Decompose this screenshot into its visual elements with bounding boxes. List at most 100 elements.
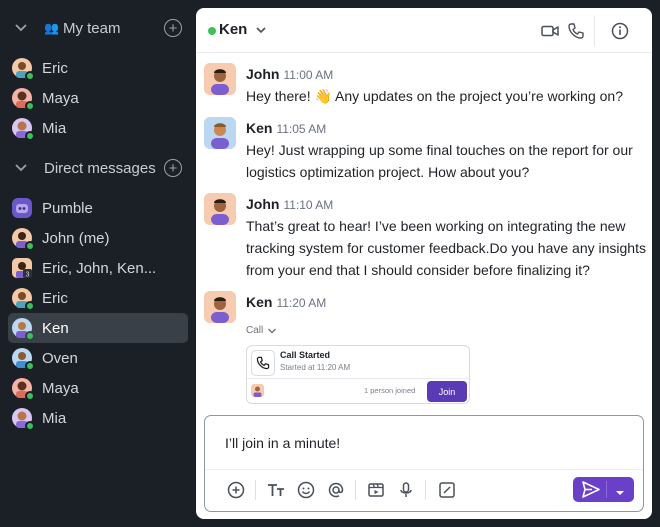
message-text: That’s great to hear! I’ve been working … (246, 218, 646, 278)
team-icon: 👥 (44, 21, 59, 35)
call-subtitle: Started at 11:20 AM (280, 363, 351, 372)
chevron-down-icon[interactable] (254, 23, 268, 37)
chevron-down-icon[interactable] (14, 20, 30, 37)
mic-icon[interactable] (395, 479, 417, 501)
chevron-down-icon[interactable] (614, 485, 626, 503)
sidebar-item-maya[interactable]: Maya (8, 373, 188, 403)
toolbar-divider (425, 480, 426, 500)
call-label[interactable]: Call (246, 325, 277, 336)
sidebar-item-label: Eric (42, 289, 68, 307)
avatar (12, 88, 35, 111)
sidebar-item-label: Maya (42, 379, 79, 397)
my-team-header[interactable]: 👥 My team (14, 18, 120, 38)
add-team-member-button[interactable]: + (164, 19, 182, 37)
sidebar-item-eric[interactable]: Eric (8, 53, 188, 83)
message-text: Hey! Just wrapping up some final touches… (246, 142, 633, 180)
mention-icon[interactable] (325, 479, 347, 501)
chat-panel: Ken John 11:00 AM Hey there! 👋 Any update… (196, 8, 652, 519)
sidebar-item-label: Pumble (42, 199, 93, 217)
author-name: John (246, 66, 280, 82)
sidebar-item-john-me[interactable]: John (me) (8, 223, 188, 253)
online-status-icon (208, 27, 216, 35)
online-status-icon (25, 421, 35, 431)
online-status-icon (25, 331, 35, 341)
avatar (12, 348, 35, 371)
sidebar-item-eric[interactable]: Eric (8, 283, 188, 313)
message-composer[interactable]: I’ll join in a minute! (204, 415, 644, 512)
add-direct-message-button[interactable]: + (164, 159, 182, 177)
group-avatar: 3 (12, 258, 32, 279)
online-status-icon (25, 361, 35, 371)
toolbar-divider (355, 480, 356, 500)
call-label-text: Call (246, 325, 264, 336)
online-status-icon (25, 241, 35, 251)
message-time: 11:05 AM (276, 122, 327, 136)
avatar (12, 378, 35, 401)
sidebar: 👥 My team + Eric Maya Mia Direct message… (0, 0, 196, 527)
info-icon[interactable] (610, 21, 630, 41)
message-text: Hey there! 👋 Any updates on the project … (246, 88, 623, 104)
sidebar-item-label: Mia (42, 119, 67, 137)
phone-icon[interactable] (566, 21, 586, 41)
video-icon[interactable] (540, 21, 560, 41)
avatar[interactable] (204, 193, 236, 225)
message-author[interactable]: John 11:10 AM (246, 196, 333, 212)
text-format-icon[interactable] (265, 479, 287, 501)
sidebar-item-label: Mia (42, 409, 67, 427)
sidebar-item-oven[interactable]: Oven (8, 343, 188, 373)
avatar[interactable] (204, 63, 236, 95)
message-input[interactable]: I’ll join in a minute! (225, 435, 340, 451)
author-name: John (246, 196, 280, 212)
phone-icon (251, 350, 275, 376)
participant-avatar (251, 384, 264, 397)
online-status-icon (25, 301, 35, 311)
join-call-button[interactable]: Join (427, 381, 467, 402)
avatar (12, 228, 35, 251)
toolbar-divider (255, 480, 256, 500)
sidebar-item-group-dm[interactable]: 3 Eric, John, Ken... (8, 253, 188, 283)
sidebar-item-label: Oven (42, 349, 78, 367)
header-divider (594, 16, 595, 46)
avatar (12, 408, 35, 431)
sidebar-item-maya[interactable]: Maya (8, 83, 188, 113)
sidebar-item-label: Eric (42, 59, 68, 77)
avatar (12, 118, 35, 141)
send-divider (606, 481, 607, 498)
media-icon[interactable] (365, 479, 387, 501)
my-team-title: My team (62, 19, 121, 37)
chevron-down-icon[interactable] (14, 160, 30, 177)
avatar (12, 288, 35, 311)
online-status-icon (25, 131, 35, 141)
message-time: 11:00 AM (283, 68, 334, 82)
chat-header: Ken (196, 8, 652, 53)
call-card: Call Started Started at 11:20 AM 1 perso… (246, 345, 470, 404)
direct-messages-title: Direct messages (44, 159, 156, 177)
author-name: Ken (246, 120, 273, 136)
sidebar-item-label: John (me) (42, 229, 110, 247)
composer-divider (205, 469, 643, 470)
chat-title[interactable]: Ken (219, 21, 247, 38)
sidebar-item-pumble[interactable]: Pumble (8, 193, 188, 223)
online-status-icon (25, 101, 35, 111)
sidebar-item-label: Eric, John, Ken... (42, 259, 157, 277)
message-author[interactable]: John 11:00 AM (246, 66, 333, 82)
emoji-icon[interactable] (295, 479, 317, 501)
sidebar-item-ken[interactable]: Ken (8, 313, 188, 343)
svg-text:3: 3 (26, 272, 30, 279)
send-icon[interactable] (581, 480, 601, 504)
avatar[interactable] (204, 117, 236, 149)
online-status-icon (25, 391, 35, 401)
call-title: Call Started (280, 350, 331, 360)
chevron-down-icon (267, 327, 277, 335)
avatar (12, 318, 35, 341)
message-time: 11:20 AM (276, 296, 327, 310)
sidebar-item-mia[interactable]: Mia (8, 403, 188, 433)
sidebar-item-mia[interactable]: Mia (8, 113, 188, 143)
direct-messages-header[interactable]: Direct messages (14, 158, 156, 178)
add-icon[interactable] (225, 479, 247, 501)
slash-command-icon[interactable] (436, 479, 458, 501)
send-button[interactable] (573, 477, 634, 502)
message-author[interactable]: Ken 11:20 AM (246, 294, 326, 310)
message-author[interactable]: Ken 11:05 AM (246, 120, 326, 136)
avatar[interactable] (204, 291, 236, 323)
